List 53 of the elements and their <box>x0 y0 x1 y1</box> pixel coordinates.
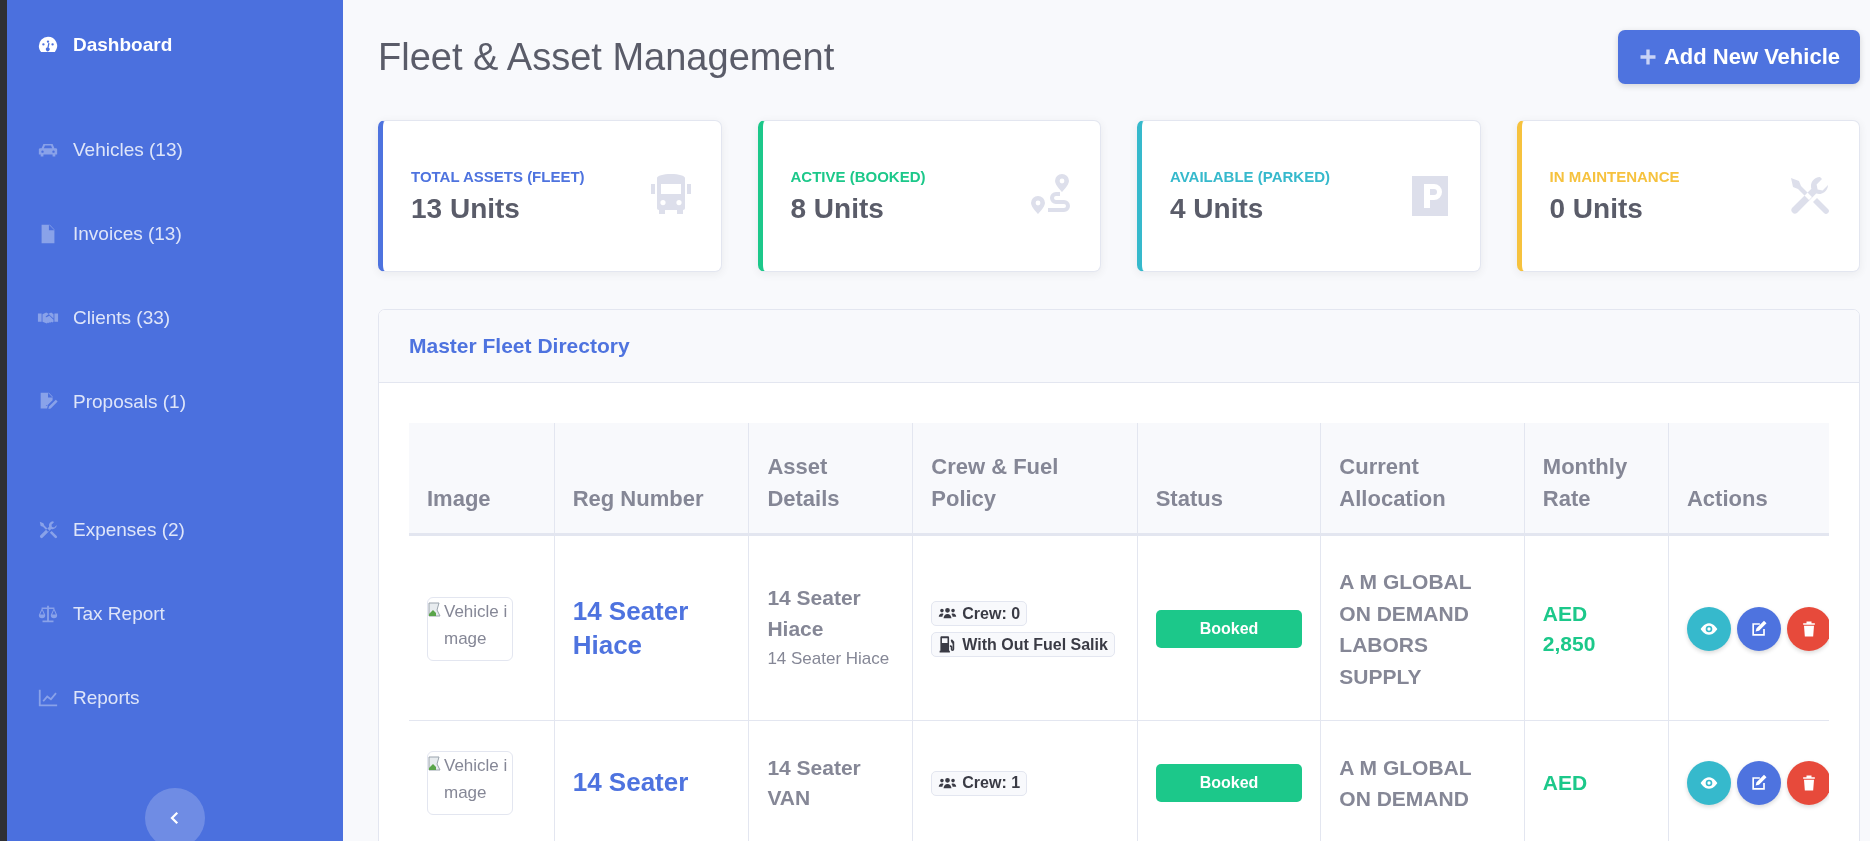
tools-icon <box>37 519 59 541</box>
status-badge: Booked <box>1155 764 1303 802</box>
stat-label: ACTIVE (BOOKED) <box>790 167 926 185</box>
column-header: Current Allocation <box>1320 423 1525 535</box>
sidebar-item[interactable]: Invoices (13) <box>37 192 313 276</box>
image-alt-text: Vehicle image <box>444 755 509 805</box>
client-name: A M GLOBAL ON DEMAND LABORS SUPPLY <box>1339 569 1473 690</box>
asset-description: 14 Seater Hiace <box>767 648 891 671</box>
stat-value: 4 Units <box>1170 192 1265 225</box>
stat-label: TOTAL ASSETS (FLEET) <box>411 167 585 185</box>
monthly-rate: AED 2,850 <box>1542 600 1597 657</box>
view-button[interactable] <box>1686 607 1731 651</box>
edit-button[interactable] <box>1736 761 1781 805</box>
stat-value: 0 Units <box>1549 192 1644 225</box>
stat-value: 8 Units <box>790 192 885 225</box>
line-chart-icon <box>37 687 59 709</box>
sidebar-item[interactable]: Expenses (2) <box>37 488 313 572</box>
delete-button[interactable] <box>1786 761 1829 805</box>
sidebar-item[interactable]: Reports <box>37 656 313 740</box>
column-header: Actions <box>1668 423 1829 535</box>
edit-button[interactable] <box>1736 607 1781 651</box>
crew-badge: Crew: 0 <box>931 601 1028 626</box>
crew-badge: Crew: 1 <box>931 770 1028 796</box>
asset-name: 14 Seater Hiace <box>767 585 862 642</box>
card-title: Master Fleet Directory <box>409 334 631 358</box>
stat-label: IN MAINTENANCE <box>1549 167 1680 185</box>
sidebar-item[interactable]: Dashboard <box>37 24 313 66</box>
vehicle-link[interactable]: 14 Seater Hiace <box>572 595 731 663</box>
asset-name: 14 Seater VAN <box>767 754 862 811</box>
sidebar-item[interactable]: Vehicles (13) <box>37 108 313 192</box>
fuel-policy-badge: With Out Fuel Salik <box>931 632 1115 657</box>
add-vehicle-button[interactable]: Add New Vehicle <box>1617 30 1860 84</box>
view-button[interactable] <box>1686 761 1731 805</box>
sidebar-toggle-button[interactable] <box>145 788 205 841</box>
scale-icon <box>37 603 59 625</box>
monthly-rate: AED <box>1542 769 1589 796</box>
stat-label: AVAILABLE (PARKED) <box>1170 167 1330 185</box>
image-alt-text: Vehicle image <box>444 601 509 651</box>
column-header: Asset Details <box>748 423 913 535</box>
sidebar-item[interactable]: Tax Report <box>37 572 313 656</box>
client-name: A M GLOBAL ON DEMAND <box>1339 754 1473 812</box>
column-header: Reg Number <box>554 423 749 535</box>
column-header: Status <box>1137 423 1321 535</box>
vehicle-link[interactable]: 14 Seater <box>572 766 731 800</box>
column-header: Crew & Fuel Policy <box>912 423 1138 535</box>
page-title: Fleet & Asset Management <box>378 35 835 79</box>
column-header: Monthly Rate <box>1524 423 1669 535</box>
sidebar-item[interactable]: Proposals (1) <box>37 360 313 444</box>
stat-value: 13 Units <box>411 192 521 225</box>
column-header: Image <box>409 423 555 535</box>
delete-button[interactable] <box>1786 607 1829 651</box>
sidebar-item[interactable]: Clients (33) <box>37 276 313 360</box>
status-badge: Booked <box>1155 610 1303 648</box>
